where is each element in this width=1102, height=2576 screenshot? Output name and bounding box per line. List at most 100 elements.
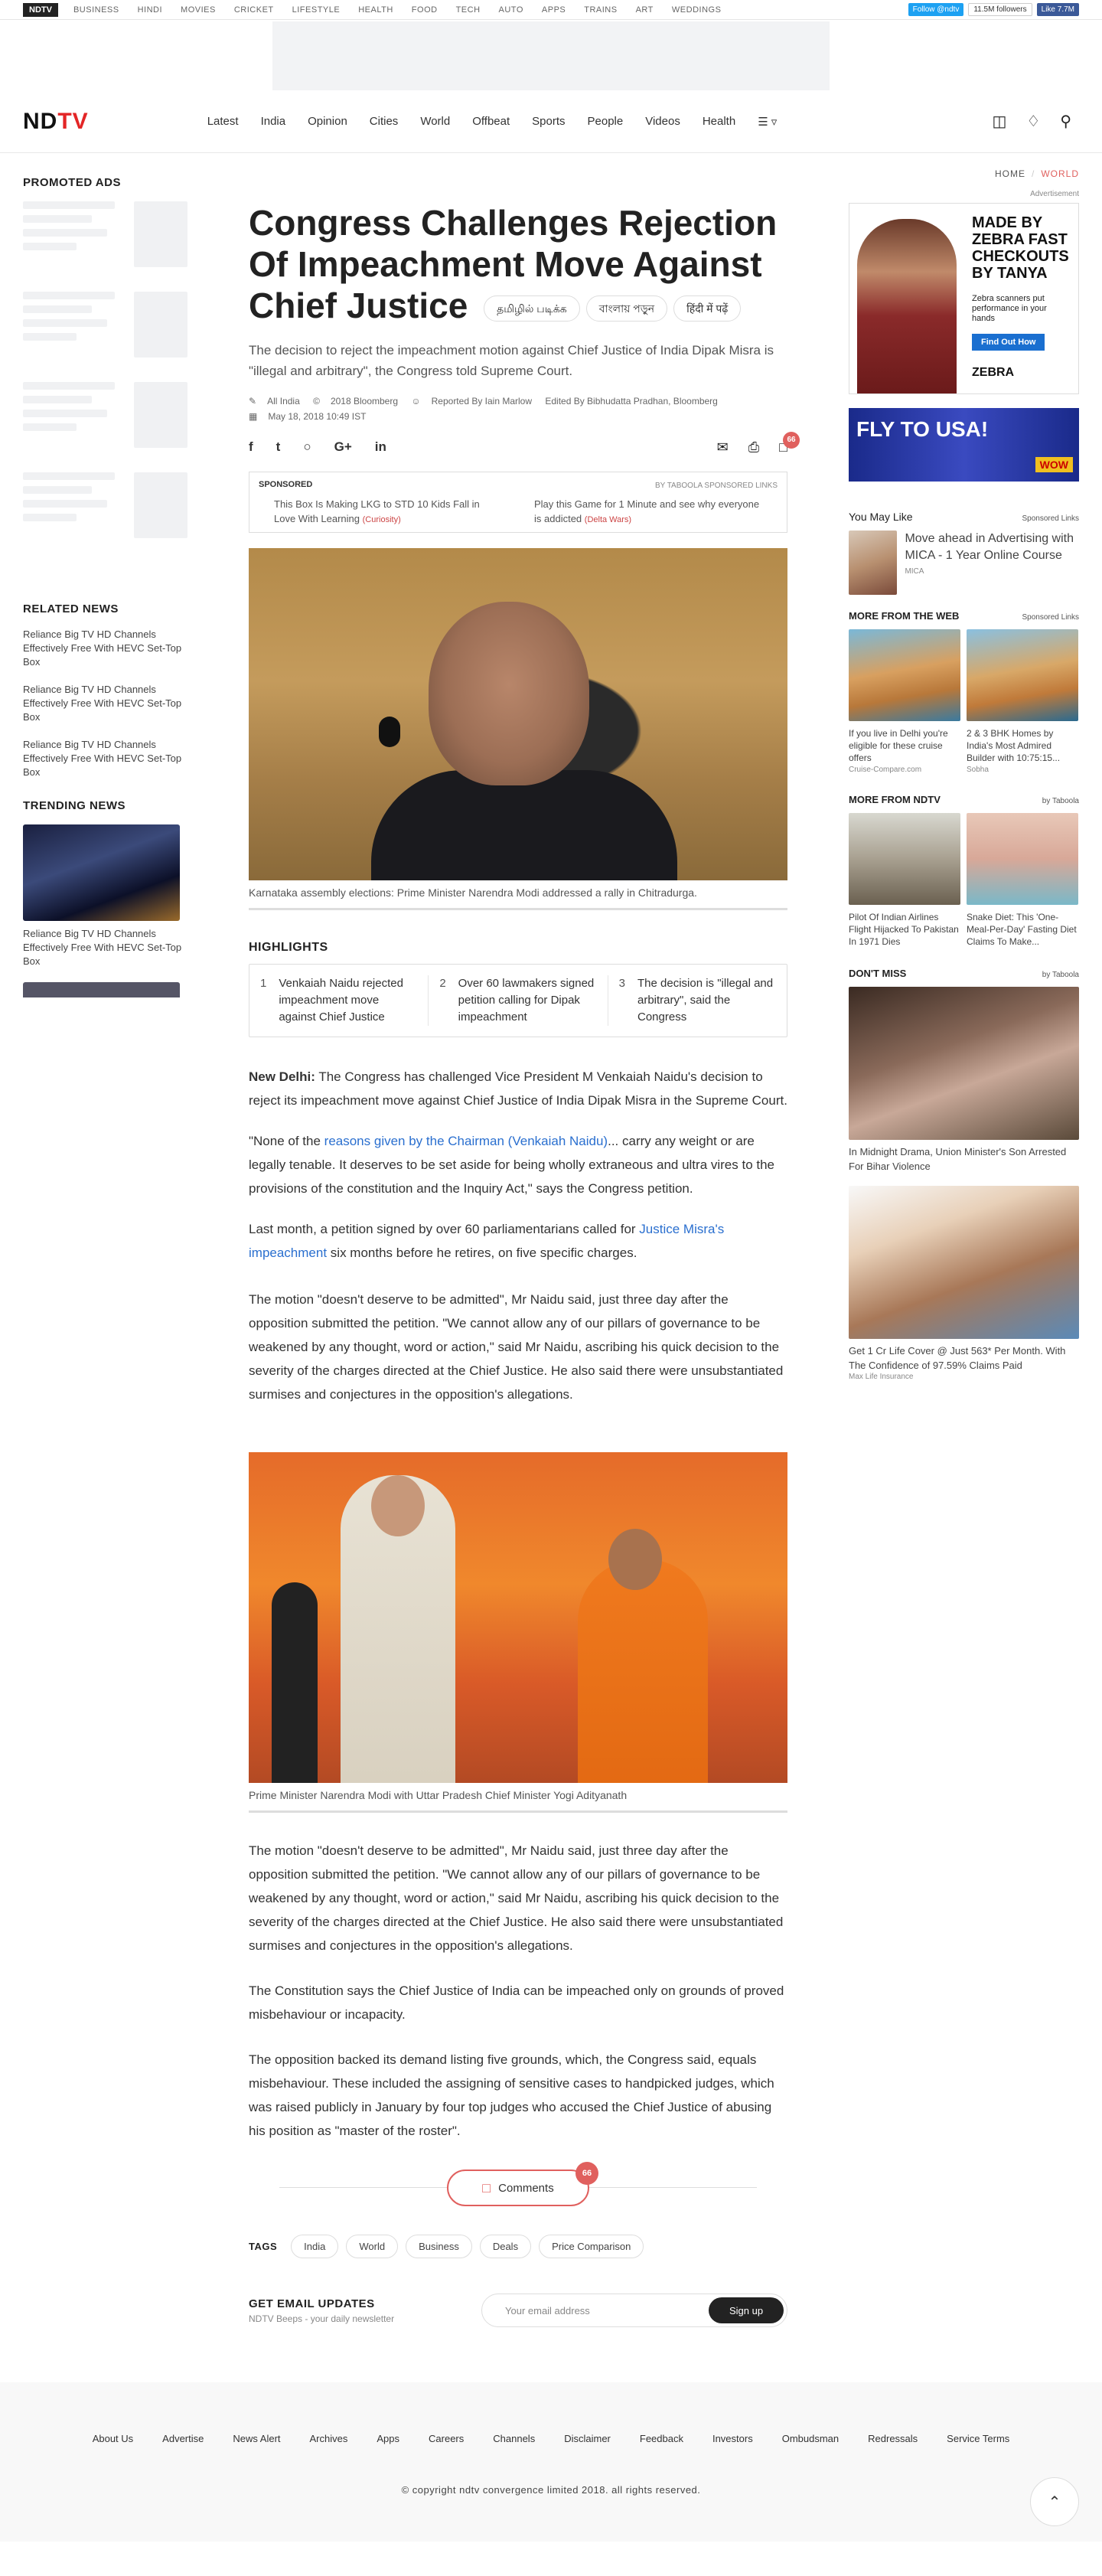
zebra-ad[interactable]: MADE BY ZEBRA FAST CHECKOUTS BY TANYA Ze… bbox=[849, 203, 1079, 394]
topbar-link-business[interactable]: BUSINESS bbox=[73, 5, 119, 15]
sponsored-links: SPONSORED BY TABOOLA SPONSORED LINKS Thi… bbox=[249, 472, 787, 533]
footer-link-redressals[interactable]: Redressals bbox=[868, 2433, 918, 2444]
print-icon[interactable]: ⎙ bbox=[748, 439, 759, 455]
nav-link-opinion[interactable]: Opinion bbox=[308, 115, 347, 129]
nav-link-people[interactable]: People bbox=[588, 115, 624, 129]
ndtv-brand-chip[interactable]: NDTV bbox=[23, 2, 58, 17]
email-field[interactable]: Your email address Sign up bbox=[481, 2294, 787, 2327]
topbar-link-tech[interactable]: TECH bbox=[456, 5, 481, 15]
promoted-ad-placeholder[interactable] bbox=[23, 201, 187, 267]
linkedin-share-icon[interactable]: in bbox=[375, 439, 386, 455]
nav-link-health[interactable]: Health bbox=[703, 115, 735, 129]
nav-more-menu[interactable]: ☰ ▿ bbox=[758, 115, 777, 129]
tag-price-comparison[interactable]: Price Comparison bbox=[539, 2235, 644, 2258]
sponsored-link-item[interactable]: Play this Game for 1 Minute and see why … bbox=[534, 497, 764, 527]
topbar-link-movies[interactable]: MOVIES bbox=[181, 5, 216, 15]
footer-link-feedback[interactable]: Feedback bbox=[640, 2433, 683, 2444]
comments-icon[interactable]: □ 66 bbox=[779, 431, 800, 455]
tv-icon[interactable]: ◫ bbox=[993, 112, 1007, 131]
nav-link-world[interactable]: World bbox=[420, 115, 450, 129]
sponsored-links-label[interactable]: Sponsored Links bbox=[1022, 514, 1080, 523]
topbar-link-food[interactable]: FOOD bbox=[412, 5, 438, 15]
logo-prefix: ND bbox=[23, 108, 58, 134]
sponsored-links-label[interactable]: Sponsored Links bbox=[1022, 613, 1080, 622]
ndtv-item[interactable]: Pilot Of Indian Airlines Flight Hijacked… bbox=[849, 813, 960, 948]
tag-deals[interactable]: Deals bbox=[479, 2235, 532, 2258]
read-in-hindi-button[interactable]: हिंदी में पढ़ें bbox=[673, 295, 742, 322]
topbar-link-art[interactable]: ART bbox=[636, 5, 654, 15]
topbar-link-auto[interactable]: AUTO bbox=[499, 5, 523, 15]
search-icon[interactable]: ⚲ bbox=[1060, 112, 1071, 131]
tag-world[interactable]: World bbox=[346, 2235, 399, 2258]
sponsored-link-item[interactable]: This Box Is Making LKG to STD 10 Kids Fa… bbox=[274, 497, 504, 527]
nav-link-cities[interactable]: Cities bbox=[370, 115, 399, 129]
taboola-tag[interactable]: BY TABOOLA SPONSORED LINKS bbox=[655, 482, 778, 490]
read-in-tamil-button[interactable]: தமிழில் படிக்க bbox=[484, 295, 580, 322]
topbar-link-hindi[interactable]: HINDI bbox=[138, 5, 162, 15]
tag-business[interactable]: Business bbox=[406, 2235, 472, 2258]
email-icon[interactable]: ✉ bbox=[717, 439, 729, 455]
web-item[interactable]: If you live in Delhi you're eligible for… bbox=[849, 629, 960, 774]
nav-link-latest[interactable]: Latest bbox=[207, 115, 239, 129]
topbar-link-cricket[interactable]: CRICKET bbox=[234, 5, 274, 15]
ad-cta-button[interactable]: Find Out How bbox=[972, 334, 1045, 351]
facebook-share-icon[interactable]: f bbox=[249, 439, 253, 455]
promoted-ad-placeholder[interactable] bbox=[23, 382, 187, 448]
web-item[interactable]: 2 & 3 BHK Homes by India's Most Admired … bbox=[967, 629, 1078, 774]
footer-link-ombudsman[interactable]: Ombudsman bbox=[782, 2433, 839, 2444]
tag-india[interactable]: India bbox=[291, 2235, 339, 2258]
footer-link-disclaimer[interactable]: Disclaimer bbox=[564, 2433, 611, 2444]
promoted-ad-placeholder[interactable] bbox=[23, 472, 187, 538]
related-news-item[interactable]: Reliance Big TV HD Channels Effectively … bbox=[23, 628, 187, 669]
footer-link-apps[interactable]: Apps bbox=[377, 2433, 399, 2444]
related-news-item[interactable]: Reliance Big TV HD Channels Effectively … bbox=[23, 738, 187, 779]
ndtv-item[interactable]: Snake Diet: This 'One-Meal-Per-Day' Fast… bbox=[967, 813, 1078, 948]
footer-link-news-alert[interactable]: News Alert bbox=[233, 2433, 280, 2444]
reddit-share-icon[interactable]: ○ bbox=[303, 439, 311, 455]
inline-link[interactable]: reasons given by the Chairman (Venkaiah … bbox=[324, 1134, 608, 1148]
dont-miss-item[interactable]: In Midnight Drama, Union Minister's Son … bbox=[849, 987, 1079, 1174]
top-ad-banner[interactable] bbox=[272, 21, 830, 90]
meta-reported-by: Reported By Iain Marlow bbox=[431, 396, 533, 406]
meta-category[interactable]: All India bbox=[267, 396, 300, 406]
topbar-link-health[interactable]: HEALTH bbox=[358, 5, 393, 15]
dont-miss-item[interactable]: Get 1 Cr Life Cover @ Just 563* Per Mont… bbox=[849, 1186, 1079, 1381]
footer-link-advertise[interactable]: Advertise bbox=[162, 2433, 204, 2444]
related-news-item[interactable]: Reliance Big TV HD Channels Effectively … bbox=[23, 683, 187, 724]
bell-icon[interactable]: ♢ bbox=[1026, 112, 1040, 131]
nav-link-offbeat[interactable]: Offbeat bbox=[472, 115, 510, 129]
trending-news-item[interactable]: Reliance Big TV HD Channels Effectively … bbox=[23, 927, 187, 968]
topbar-link-lifestyle[interactable]: LIFESTYLE bbox=[292, 5, 341, 15]
trending-news-image[interactable] bbox=[23, 824, 180, 921]
taboola-label[interactable]: by Taboola bbox=[1042, 797, 1079, 805]
ndtv-logo[interactable]: NDTV bbox=[23, 109, 89, 135]
nav-link-india[interactable]: India bbox=[261, 115, 286, 129]
twitter-share-icon[interactable]: t bbox=[276, 439, 281, 455]
breadcrumb-world[interactable]: WORLD bbox=[1041, 168, 1079, 179]
signup-button[interactable]: Sign up bbox=[709, 2297, 784, 2323]
trending-news-image[interactable] bbox=[23, 982, 180, 997]
footer-link-investors[interactable]: Investors bbox=[712, 2433, 753, 2444]
taboola-label[interactable]: by Taboola bbox=[1042, 971, 1079, 979]
topbar-link-apps[interactable]: APPS bbox=[542, 5, 566, 15]
footer-link-about-us[interactable]: About Us bbox=[93, 2433, 133, 2444]
footer-link-archives[interactable]: Archives bbox=[310, 2433, 348, 2444]
facebook-like-button[interactable]: Like 7.7M bbox=[1036, 3, 1079, 16]
you-may-like-item[interactable]: Move ahead in Advertising with MICA - 1 … bbox=[849, 531, 1079, 595]
promoted-ad-placeholder[interactable] bbox=[23, 292, 187, 358]
comments-button[interactable]: □ Comments 66 bbox=[447, 2162, 598, 2206]
section-title: MORE FROM THE WEB bbox=[849, 610, 960, 622]
breadcrumb-home[interactable]: HOME bbox=[995, 168, 1025, 179]
footer-link-careers[interactable]: Careers bbox=[429, 2433, 464, 2444]
footer-link-channels[interactable]: Channels bbox=[493, 2433, 535, 2444]
nav-link-videos[interactable]: Videos bbox=[645, 115, 680, 129]
topbar-link-trains[interactable]: TRAINS bbox=[584, 5, 617, 15]
google-plus-share-icon[interactable]: G+ bbox=[334, 439, 352, 455]
footer-link-service-terms[interactable]: Service Terms bbox=[947, 2433, 1009, 2444]
twitter-follow-button[interactable]: Follow @ndtv bbox=[908, 3, 964, 16]
read-in-bangla-button[interactable]: বাংলায় পড়ুন bbox=[585, 295, 668, 322]
nav-link-sports[interactable]: Sports bbox=[532, 115, 565, 129]
topbar-link-weddings[interactable]: WEDDINGS bbox=[672, 5, 722, 15]
fly-to-usa-ad[interactable]: FLY TO USA! WOW bbox=[849, 408, 1079, 482]
scroll-to-top-button[interactable]: ⌃ bbox=[1030, 2477, 1079, 2526]
